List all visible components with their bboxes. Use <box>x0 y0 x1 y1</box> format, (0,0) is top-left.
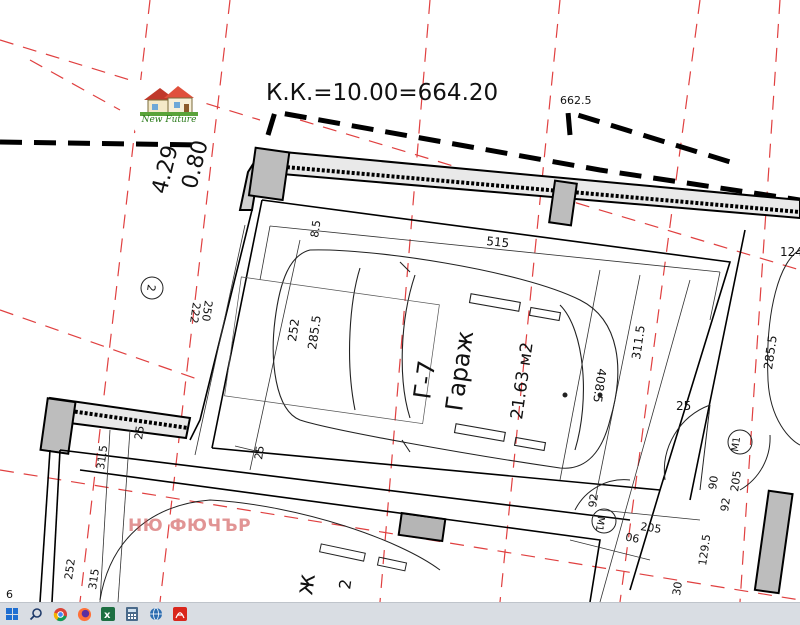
search-icon <box>29 608 42 621</box>
lower-room-letter: ж <box>290 572 321 597</box>
dim-252: 252 <box>285 318 302 343</box>
dim-30: 30 <box>670 581 685 597</box>
dim-124: 124 <box>780 245 800 259</box>
car-outline-lower <box>99 499 441 601</box>
marker-m1-right: M1 <box>730 436 743 452</box>
taskbar-calculator-button[interactable] <box>120 603 144 625</box>
dim-252-lower: 252 <box>62 558 78 581</box>
dim-25-right: 25 <box>676 399 691 413</box>
dim-25-left: 25 <box>132 425 147 441</box>
house-logo-icon <box>140 86 198 116</box>
lower-room-number: 2 <box>335 578 355 591</box>
dim-2855-right: 285.5 <box>761 334 780 370</box>
room-area: 21.63 м2 <box>507 341 538 421</box>
dim-85: 8.5 <box>308 219 323 238</box>
marker-column: 2 <box>144 284 158 293</box>
taskbar-search-button[interactable] <box>24 603 48 625</box>
car-outline <box>224 249 619 469</box>
chrome-icon <box>53 607 67 621</box>
svg-text:x: x <box>104 610 111 621</box>
pdf-icon <box>173 607 187 621</box>
taskbar-excel-button[interactable]: x <box>96 603 120 625</box>
start-button[interactable] <box>0 603 24 625</box>
header-elevation: К.К.=10.00=664.20 <box>266 80 498 106</box>
globe-icon <box>150 607 162 621</box>
firefox-icon <box>77 607 91 621</box>
dimension-lines <box>99 224 721 602</box>
taskbar-pdf-button[interactable] <box>168 603 192 625</box>
dim-3115: 311.5 <box>629 324 648 360</box>
marker-m1-left: M1 <box>593 516 606 532</box>
windows-logo-icon <box>6 608 18 620</box>
dim-315-lower: 315 <box>86 568 102 591</box>
dim-222: 222 <box>187 302 203 325</box>
taskbar-network-button[interactable] <box>144 603 168 625</box>
dim-1295: 129.5 <box>696 533 713 566</box>
dim-6: 6 <box>6 588 13 601</box>
dim-92-right: 92 <box>718 497 733 513</box>
taskbar-firefox-button[interactable] <box>72 603 96 625</box>
dim-90-right: 90 <box>706 475 721 491</box>
property-line <box>0 108 800 203</box>
header-side-dim: 662.5 <box>560 94 592 107</box>
taskbar-chrome-button[interactable] <box>48 603 72 625</box>
dim-205-bottom: 205 <box>640 520 663 536</box>
dim-4085: 408.5 <box>590 368 609 404</box>
dim-515: 515 <box>486 234 510 250</box>
dim-25-bottom: 25 <box>252 445 267 461</box>
floor-plan-drawing: К.К.=10.00=664.20 662.5 4.29 0.80 Г-7 Га… <box>0 0 800 602</box>
watermark-text: НЮ ФЮЧЪР <box>128 516 252 536</box>
logo-text: New Future <box>141 115 197 125</box>
dim-92-left: 92 <box>586 493 601 509</box>
dim-2855: 285.5 <box>305 314 324 350</box>
company-logo: New Future <box>134 80 204 132</box>
left-dim-429: 4.29 <box>148 143 184 197</box>
excel-icon: x <box>101 607 115 621</box>
room-code: Г-7 <box>408 359 441 401</box>
windows-taskbar: x <box>0 602 800 625</box>
dim-90-bottom: 90 <box>624 530 640 545</box>
room-name: Гараж <box>440 329 479 413</box>
calculator-icon <box>126 607 138 621</box>
